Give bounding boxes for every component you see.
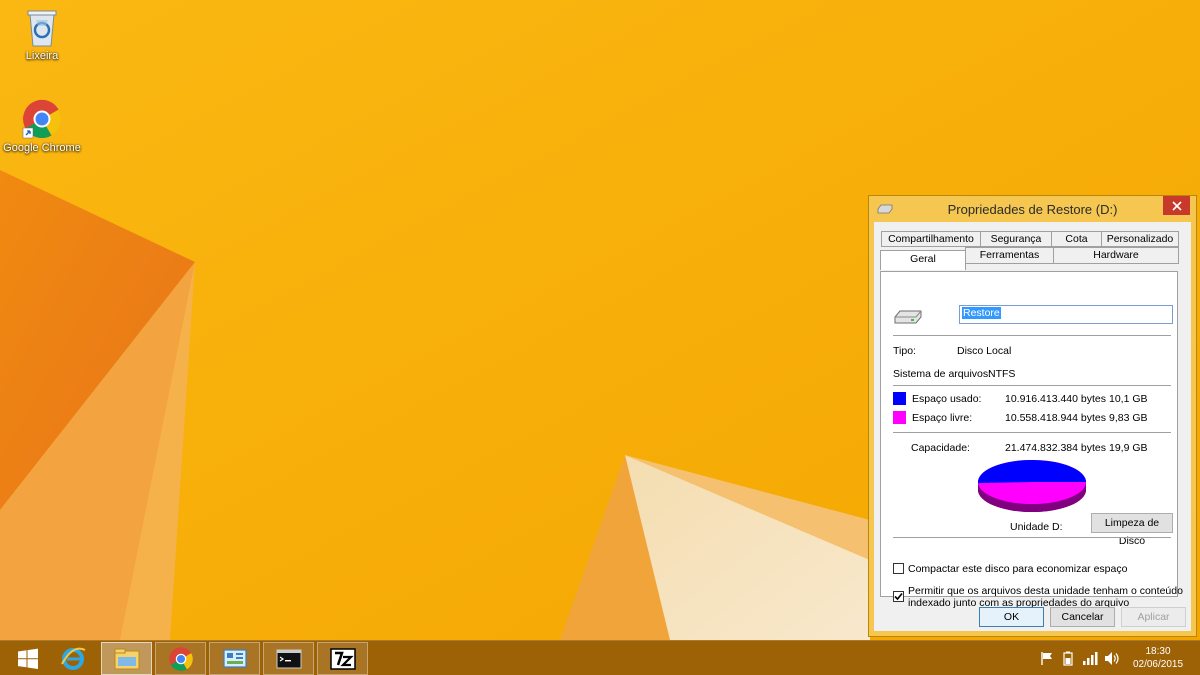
dialog-titlebar[interactable]: Propriedades de Restore (D:) — [869, 196, 1196, 222]
drive-name-text: Restore — [962, 307, 1001, 319]
free-space-label: Espaço livre: — [912, 412, 973, 424]
used-space-bytes: 10.916.413.440 bytes — [1005, 393, 1107, 405]
pie-used-slice — [978, 459, 1086, 484]
tab-personalizado[interactable]: Personalizado — [1101, 231, 1179, 247]
dialog-title: Propriedades de Restore (D:) — [947, 202, 1118, 217]
separator — [893, 432, 1171, 433]
clock-date: 02/06/2015 — [1132, 659, 1184, 670]
capacity-size: 19,9 GB — [1109, 442, 1148, 454]
separator — [893, 335, 1171, 336]
free-space-swatch — [893, 411, 906, 424]
recycle-bin-icon — [27, 10, 57, 47]
tab-seguranca[interactable]: Segurança — [980, 231, 1052, 247]
filesystem-label: Sistema de arquivos: — [893, 368, 992, 380]
network-icon[interactable] — [1082, 651, 1098, 666]
volume-icon[interactable] — [1104, 651, 1120, 666]
drive-name-input[interactable]: Restore — [959, 305, 1173, 324]
drive-letter-label: Unidade D: — [1010, 521, 1063, 533]
tab-compartilhamento[interactable]: Compartilhamento — [881, 231, 981, 247]
ok-button[interactable]: OK — [979, 607, 1044, 627]
desktop-icon-label: Google Chrome — [3, 142, 81, 154]
type-value: Disco Local — [957, 345, 1012, 357]
tab-ferramentas[interactable]: Ferramentas — [965, 247, 1054, 264]
drive-properties-dialog: Propriedades de Restore (D:) Compartilha… — [868, 195, 1197, 637]
tab-geral[interactable]: Geral — [880, 250, 966, 270]
chrome-icon — [168, 646, 193, 671]
taskbar: 18:30 02/06/2015 — [0, 640, 1200, 675]
action-center-flag-icon[interactable] — [1040, 651, 1054, 666]
free-space-size: 9,83 GB — [1109, 412, 1148, 424]
desktop-icon-label: Lixeira — [25, 50, 59, 62]
clock-time: 18:30 — [1145, 646, 1171, 657]
file-explorer-icon — [114, 648, 139, 669]
tab-panel-geral: Restore Tipo: Disco Local Sistema de arq… — [880, 271, 1183, 609]
separator — [893, 385, 1171, 386]
close-icon — [1171, 200, 1182, 211]
checkmark-icon — [894, 592, 903, 601]
taskbar-internet-explorer[interactable] — [45, 641, 100, 675]
hard-drive-icon — [894, 310, 922, 324]
separator — [893, 537, 1171, 538]
control-panel-icon — [222, 648, 247, 668]
cancel-button[interactable]: Cancelar — [1050, 607, 1115, 627]
taskbar-clock[interactable]: 18:30 02/06/2015 — [1128, 645, 1188, 671]
capacity-bytes: 21.474.832.384 bytes — [1005, 442, 1107, 454]
apply-button[interactable]: Aplicar — [1121, 607, 1186, 627]
compress-checkbox[interactable] — [893, 563, 904, 574]
chrome-icon — [22, 99, 62, 139]
filesystem-value: NTFS — [988, 368, 1016, 380]
capacity-label: Capacidade: — [911, 442, 970, 454]
desktop-icon-google-chrome[interactable]: Google Chrome — [2, 98, 82, 154]
used-space-label: Espaço usado: — [912, 393, 982, 405]
index-checkbox[interactable] — [893, 591, 904, 602]
desktop-icon-recycle-bin[interactable]: Lixeira — [2, 6, 82, 62]
power-battery-icon[interactable] — [1061, 651, 1075, 666]
taskbar-control-panel[interactable] — [207, 641, 262, 675]
dialog-body: Compartilhamento Segurança Cota Personal… — [874, 222, 1191, 631]
7zip-icon — [329, 647, 356, 670]
internet-explorer-icon — [60, 647, 85, 670]
disk-usage-pie — [978, 459, 1086, 512]
type-label: Tipo: — [893, 345, 916, 357]
taskbar-7zip[interactable] — [315, 641, 370, 675]
taskbar-command-prompt[interactable] — [261, 641, 316, 675]
index-label-line1: Permitir que os arquivos desta unidade t… — [908, 585, 1183, 597]
used-space-size: 10,1 GB — [1109, 393, 1148, 405]
command-prompt-icon — [276, 649, 301, 668]
free-space-bytes: 10.558.418.944 bytes — [1005, 412, 1107, 424]
used-space-swatch — [893, 392, 906, 405]
disk-cleanup-button[interactable]: Limpeza de Disco — [1091, 513, 1173, 547]
taskbar-chrome[interactable] — [153, 641, 208, 675]
tab-hardware[interactable]: Hardware — [1053, 247, 1179, 264]
compress-label: Compactar este disco para economizar esp… — [908, 563, 1128, 575]
close-button[interactable] — [1163, 196, 1190, 215]
tab-cota[interactable]: Cota — [1051, 231, 1102, 247]
taskbar-file-explorer[interactable] — [99, 641, 154, 675]
system-tray: 18:30 02/06/2015 — [1030, 641, 1200, 675]
start-icon — [17, 648, 38, 669]
